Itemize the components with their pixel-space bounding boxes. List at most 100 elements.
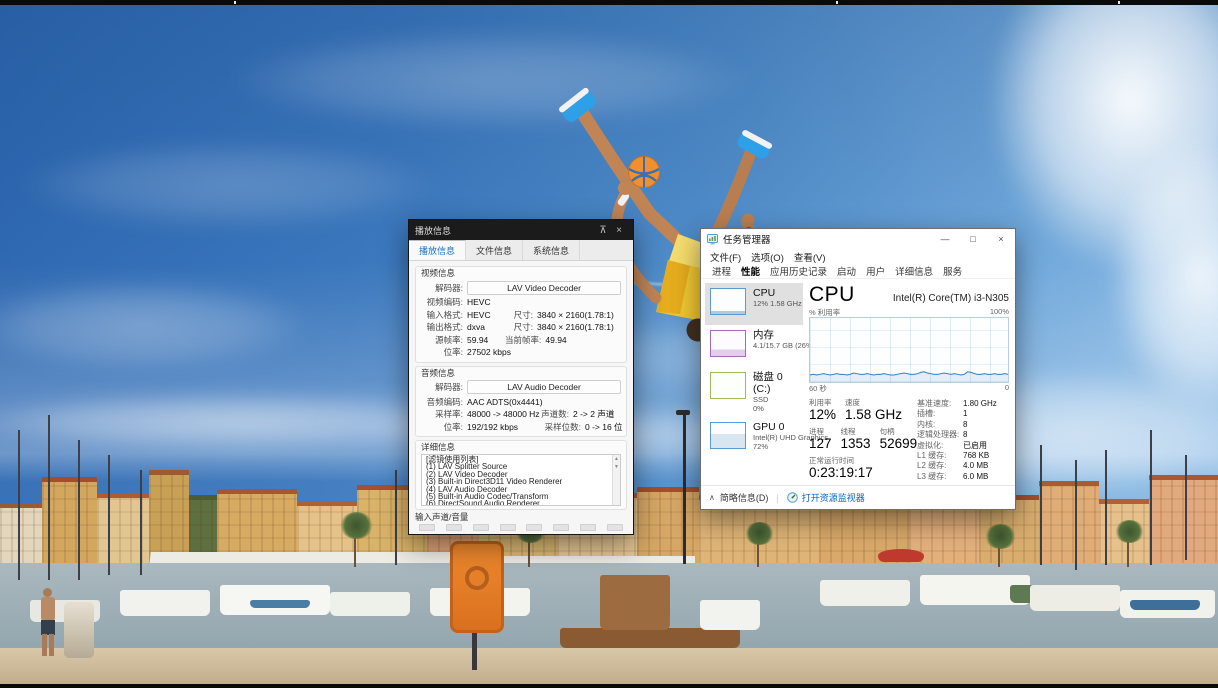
close-icon[interactable]: × [987, 229, 1015, 249]
stat-utilization: 利用率 12% [809, 398, 836, 423]
tab-system-info[interactable]: 系统信息 [523, 240, 580, 260]
cpu-panel-title: CPU [809, 283, 855, 307]
info-row: 源帧率: 59.94 当前帧率: 49.94 [421, 334, 621, 347]
open-resource-monitor-link[interactable]: 打开资源监视器 [802, 491, 865, 504]
tab-file-info[interactable]: 文件信息 [466, 240, 523, 260]
red-umbrella [878, 549, 924, 562]
menu-options[interactable]: 选项(O) [746, 250, 789, 264]
maximize-icon[interactable]: □ [959, 229, 987, 249]
tab-processes[interactable]: 进程 [707, 264, 736, 278]
channel-meter [419, 524, 435, 531]
tab-performance[interactable]: 性能 [736, 264, 765, 278]
section-title: 音频信息 [421, 368, 621, 379]
building [0, 503, 42, 565]
boat [330, 592, 410, 616]
input-channels-label: 输入声道/音量 [415, 512, 627, 523]
boat [250, 600, 310, 608]
stat-handles: 句柄 52699 [880, 427, 918, 452]
axis-label-utilization: % 利用率 [809, 307, 840, 317]
channel-meter [526, 524, 542, 531]
stat-uptime: 正常运行时间 0:23:19:17 [809, 456, 873, 481]
palm-tree [745, 522, 774, 545]
tab-app-history[interactable]: 应用历史记录 [765, 264, 832, 278]
letterbox-top [0, 0, 1218, 5]
tab-details[interactable]: 详细信息 [890, 264, 938, 278]
footer-divider: | [776, 493, 778, 503]
cpu-panel: CPU Intel(R) Core(TM) i3-N305 % 利用率 100%… [803, 283, 1009, 485]
menu-view[interactable]: 查看(V) [789, 250, 831, 264]
cpu-usage-graph[interactable] [809, 317, 1009, 383]
boat-mast [48, 415, 50, 580]
tab-playback-info[interactable]: 播放信息 [409, 240, 466, 260]
info-row: 输入格式: HEVC 尺寸: 3840 × 2160(1.78:1) [421, 309, 621, 322]
playback-info-titlebar[interactable]: 播放信息 ⊼ × [409, 220, 633, 240]
palm-tree [985, 524, 1016, 549]
section-title: 视频信息 [421, 268, 621, 279]
boat-mast [78, 440, 80, 580]
desktop: 播放信息 ⊼ × 播放信息 文件信息 系统信息 视频信息 解码器: LAV Vi… [0, 0, 1218, 688]
playback-info-tabs: 播放信息 文件信息 系统信息 [409, 240, 633, 261]
channel-meter [473, 524, 489, 531]
cpu-mini-graph [710, 288, 746, 315]
cloud [20, 140, 440, 230]
channel-meter [500, 524, 516, 531]
boat [120, 590, 210, 616]
task-manager-titlebar[interactable]: 任务管理器 — □ × [701, 229, 1015, 249]
basketball-stand-ring [465, 566, 489, 590]
channel-meter [446, 524, 462, 531]
building [149, 470, 189, 565]
boat [600, 575, 670, 630]
scrollbar[interactable]: ▲▼ [612, 455, 620, 505]
sidebar-item-memory[interactable]: 内存 4.1/15.7 GB (26%) [705, 325, 803, 367]
sidebar-item-disk[interactable]: 磁盘 0 (C:) SSD 0% [705, 367, 803, 417]
boat-mast [1185, 455, 1187, 560]
audio-info-group: 音频信息 解码器: LAV Audio Decoder 音频编码: AAC AD… [415, 366, 627, 438]
chevron-up-icon[interactable]: ∧ [709, 493, 715, 502]
pedestrian [38, 588, 58, 660]
sidebar-item-gpu[interactable]: GPU 0 Intel(R) UHD Graphics 72% [705, 417, 803, 459]
info-row: 位率: 192/192 kbps 采样位数: 0 -> 16 位 [421, 421, 621, 434]
task-manager-tabs: 进程 性能 应用历史记录 启动 用户 详细信息 服务 [701, 264, 1015, 279]
info-row: 输出格式: dxva 尺寸: 3840 × 2160(1.78:1) [421, 321, 621, 334]
stat-processes: 进程 127 [809, 427, 832, 452]
palm-tree [1115, 520, 1144, 543]
street-lamp-pole [683, 414, 686, 564]
video-decoder-button[interactable]: LAV Video Decoder [467, 281, 621, 295]
menu-file[interactable]: 文件(F) [705, 250, 746, 264]
channel-meter [580, 524, 596, 531]
performance-sidebar: CPU 12% 1.58 GHz 内存 4.1/15.7 GB (26%) 磁盘… [705, 283, 803, 485]
boat-mast [1105, 450, 1107, 565]
details-group: 详细信息 [滤镜使用列表] (1) LAV Splitter Source (2… [415, 440, 627, 510]
palm-tree [340, 512, 373, 539]
street-lamp-head [676, 410, 690, 415]
resource-monitor-icon [787, 492, 798, 503]
axis-label-60s: 60 秒 [809, 383, 827, 393]
building [42, 477, 97, 565]
tab-services[interactable]: 服务 [938, 264, 967, 278]
boat [820, 580, 910, 606]
info-row: 采样率: 48000 -> 48000 Hz 声道数: 2 -> 2 声道 [421, 408, 621, 421]
boat-mast [1150, 430, 1152, 565]
boat-mast [395, 470, 397, 565]
volume-meters [415, 523, 627, 532]
task-manager-window: 任务管理器 — □ × 文件(F) 选项(O) 查看(V) 进程 性能 应用历史… [700, 228, 1016, 510]
decoder-label: 解码器: [421, 282, 467, 294]
cpu-graph-area [810, 372, 1008, 382]
close-icon[interactable]: × [611, 225, 627, 236]
minimize-icon[interactable]: — [931, 229, 959, 249]
harbor-boats [0, 563, 1218, 650]
pin-icon[interactable]: ⊼ [595, 225, 611, 236]
fewer-details-toggle[interactable]: 简略信息(D) [720, 491, 769, 504]
info-row: 视频编码: HEVC [421, 296, 621, 309]
tab-users[interactable]: 用户 [861, 264, 890, 278]
sidebar-item-cpu[interactable]: CPU 12% 1.58 GHz [705, 283, 803, 325]
boat [560, 628, 740, 648]
boat [1130, 600, 1200, 610]
filter-list[interactable]: [滤镜使用列表] (1) LAV Splitter Source (2) LAV… [421, 454, 621, 506]
window-title: 任务管理器 [723, 232, 931, 246]
tab-startup[interactable]: 启动 [832, 264, 861, 278]
boat [1030, 585, 1120, 611]
audio-decoder-button[interactable]: LAV Audio Decoder [467, 380, 621, 394]
building [1149, 475, 1218, 565]
decoder-label: 解码器: [421, 381, 467, 393]
